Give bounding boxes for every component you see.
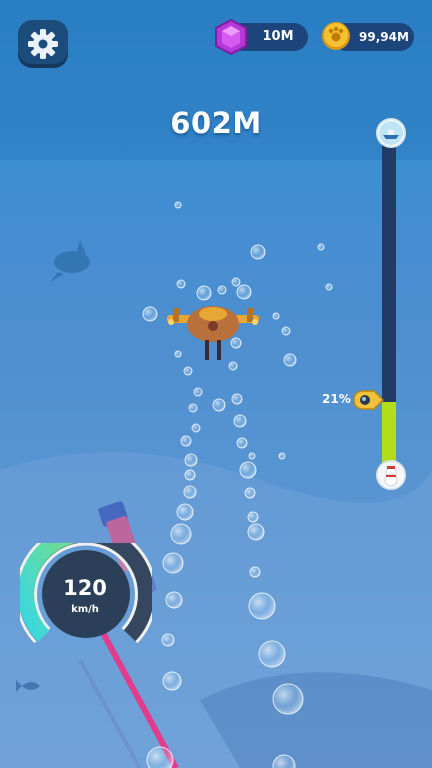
bubble <box>162 671 182 691</box>
bubble <box>239 461 257 479</box>
bubble <box>281 326 291 336</box>
bubble <box>183 366 193 376</box>
bubble <box>236 284 252 300</box>
speed-value: 120 <box>63 576 107 600</box>
gem-counter[interactable]: 10M <box>215 18 308 56</box>
depth-progress-track <box>382 138 396 472</box>
bubble <box>283 353 297 367</box>
coin-count: 99,94M <box>359 30 409 44</box>
bubble <box>170 523 192 545</box>
bubble <box>325 283 333 291</box>
bubble <box>258 640 286 668</box>
bubble <box>231 393 243 405</box>
bubble <box>217 285 227 295</box>
bubble <box>248 452 256 460</box>
bubble <box>162 552 184 574</box>
bubble <box>250 244 266 260</box>
snowman-icon <box>376 460 406 490</box>
bubble <box>183 485 197 499</box>
gem-icon <box>215 18 247 56</box>
bubble <box>188 403 198 413</box>
bubble <box>244 487 256 499</box>
bubble <box>184 453 198 467</box>
bubble <box>176 503 194 521</box>
bubble <box>248 592 276 620</box>
bubble <box>174 350 182 358</box>
surface-boat-icon <box>376 118 406 148</box>
settings-button[interactable] <box>18 20 68 68</box>
coin-icon <box>322 22 350 50</box>
bubble <box>228 361 238 371</box>
coin-counter[interactable]: 99,94M <box>322 22 414 51</box>
bubble <box>231 277 241 287</box>
depth-progress-percent: 21% <box>322 392 351 406</box>
speed-unit: km/h <box>71 604 99 615</box>
bubble <box>278 452 286 460</box>
bubble <box>161 633 175 647</box>
bubble <box>176 279 186 289</box>
bubble <box>165 591 183 609</box>
bubble <box>191 423 201 433</box>
bubble <box>247 523 265 541</box>
submarine-marker-icon <box>353 390 384 410</box>
bubble <box>317 243 325 251</box>
gear-icon <box>28 29 58 59</box>
bubble <box>184 469 196 481</box>
bubble <box>142 306 158 322</box>
bubble <box>233 414 247 428</box>
bubble <box>196 285 212 301</box>
bubble <box>212 398 226 412</box>
gem-count: 10M <box>262 29 294 44</box>
bubble <box>230 337 242 349</box>
depth-counter: 602M <box>170 106 262 140</box>
bubble <box>249 566 261 578</box>
bubble <box>236 437 248 449</box>
bubble <box>193 387 203 397</box>
bubble <box>272 683 304 715</box>
bubble <box>146 746 174 768</box>
bubble <box>247 511 259 523</box>
bubble <box>174 201 182 209</box>
bubble <box>272 312 280 320</box>
bubble <box>180 435 192 447</box>
